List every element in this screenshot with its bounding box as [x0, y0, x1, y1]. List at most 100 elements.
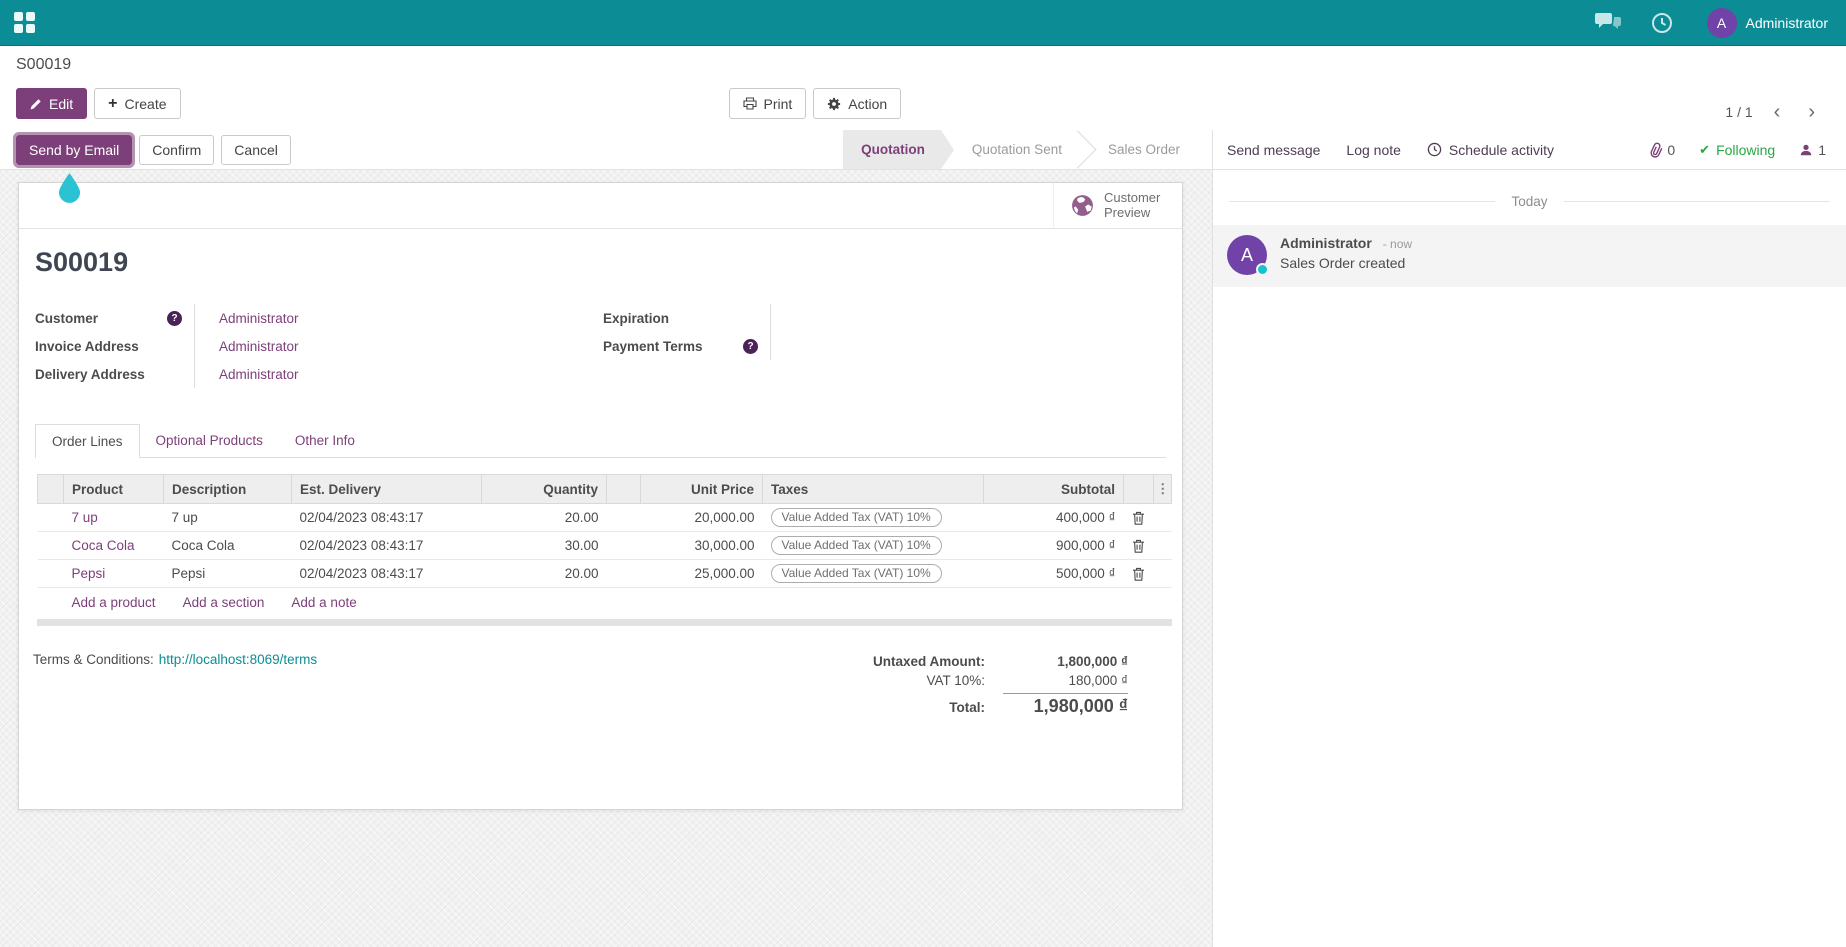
optional-columns-icon[interactable]: ⋮: [1154, 475, 1172, 504]
send-by-email-button[interactable]: Send by Email: [16, 135, 132, 165]
check-icon: ✔: [1699, 142, 1710, 158]
description-cell: 7 up: [164, 504, 292, 532]
user-menu[interactable]: A Administrator: [1707, 8, 1828, 38]
status-steps: Quotation Quotation Sent Sales Order: [843, 130, 1198, 169]
col-subtotal: Subtotal: [984, 475, 1124, 504]
unit-price-cell: 30,000.00: [641, 532, 763, 560]
order-line-row[interactable]: Pepsi Pepsi 02/04/2023 08:43:17 20.00 25…: [38, 560, 1172, 588]
expiration-label: Expiration: [603, 311, 669, 326]
message-author: Administrator: [1280, 235, 1372, 251]
est-delivery-cell: 02/04/2023 08:43:17: [292, 560, 482, 588]
tax-badge[interactable]: Value Added Tax (VAT) 10%: [771, 508, 942, 527]
delivery-address-value-link[interactable]: Administrator: [219, 367, 299, 382]
create-button[interactable]: + Create: [94, 88, 180, 119]
total-label: Total:: [949, 700, 985, 715]
add-section-link[interactable]: Add a section: [183, 595, 265, 610]
attachment-count: 0: [1667, 142, 1675, 158]
est-delivery-cell: 02/04/2023 08:43:17: [292, 532, 482, 560]
date-divider: Today: [1213, 194, 1846, 209]
quantity-cell: 20.00: [482, 560, 607, 588]
delivery-address-label: Delivery Address: [35, 367, 145, 382]
tax-badge[interactable]: Value Added Tax (VAT) 10%: [771, 564, 942, 583]
action-button[interactable]: Action: [813, 88, 901, 119]
add-note-link[interactable]: Add a note: [291, 595, 356, 610]
messages-icon[interactable]: [1595, 13, 1621, 32]
delete-line-icon[interactable]: [1124, 560, 1154, 588]
cancel-button[interactable]: Cancel: [221, 135, 291, 165]
form-background: Customer Preview S00019 Customer ? Admin…: [0, 170, 1212, 947]
add-product-link[interactable]: Add a product: [72, 595, 156, 610]
breadcrumb: S00019: [16, 56, 1830, 82]
tab-order-lines[interactable]: Order Lines: [35, 424, 140, 458]
clock-icon: [1427, 142, 1442, 157]
tab-other-info[interactable]: Other Info: [279, 424, 371, 457]
product-link[interactable]: Coca Cola: [72, 538, 135, 553]
col-unit-price: Unit Price: [641, 475, 763, 504]
unit-price-cell: 25,000.00: [641, 560, 763, 588]
product-link[interactable]: 7 up: [72, 510, 98, 525]
confirm-button[interactable]: Confirm: [139, 135, 214, 165]
attachments-button[interactable]: 0: [1650, 142, 1675, 158]
untaxed-amount-label: Untaxed Amount:: [873, 654, 985, 669]
chatter-toolbar: Send message Log note Schedule activity …: [1213, 130, 1846, 170]
drag-handle-column: [38, 475, 64, 504]
followers-button[interactable]: 1: [1799, 142, 1826, 158]
send-message-button[interactable]: Send message: [1227, 142, 1320, 158]
col-est-delivery: Est. Delivery: [292, 475, 482, 504]
edit-button[interactable]: Edit: [16, 88, 87, 119]
vat-label: VAT 10%:: [926, 673, 985, 688]
tab-optional-products[interactable]: Optional Products: [140, 424, 279, 457]
message-time: - now: [1383, 237, 1412, 251]
follower-person-icon: [1799, 143, 1813, 157]
schedule-activity-button[interactable]: Schedule activity: [1427, 142, 1554, 158]
order-line-row[interactable]: Coca Cola Coca Cola 02/04/2023 08:43:17 …: [38, 532, 1172, 560]
onboarding-pointer-icon: [57, 172, 82, 203]
quantity-cell: 30.00: [482, 532, 607, 560]
field-group-right: Expiration Payment Terms ?: [603, 304, 795, 388]
gear-icon: [827, 97, 841, 111]
invoice-address-label: Invoice Address: [35, 339, 139, 354]
printer-icon: [743, 97, 757, 110]
order-title: S00019: [35, 247, 1166, 278]
print-button[interactable]: Print: [729, 88, 807, 119]
chatter-message: A Administrator - now Sales Order create…: [1213, 225, 1846, 287]
user-avatar: A: [1707, 8, 1737, 38]
pager-next-icon[interactable]: ›: [1801, 102, 1822, 122]
invoice-address-value-link[interactable]: Administrator: [219, 339, 299, 354]
pager-count: 1 / 1: [1725, 104, 1752, 120]
vat-value: 180,000 ₫: [1003, 673, 1128, 688]
pencil-icon: [30, 98, 42, 110]
col-description: Description: [164, 475, 292, 504]
delete-line-icon[interactable]: [1124, 532, 1154, 560]
order-line-row[interactable]: 7 up 7 up 02/04/2023 08:43:17 20.00 20,0…: [38, 504, 1172, 532]
top-nav-bar: A Administrator: [0, 0, 1846, 46]
log-note-button[interactable]: Log note: [1346, 142, 1401, 158]
status-step-sales-order[interactable]: Sales Order: [1090, 130, 1198, 169]
list-resize-handle[interactable]: [37, 619, 1172, 626]
status-step-quotation[interactable]: Quotation: [843, 130, 941, 169]
subtotal-cell: 900,000 ₫: [984, 532, 1124, 560]
pager-previous-icon[interactable]: ‹: [1767, 102, 1788, 122]
form-sheet: Customer Preview S00019 Customer ? Admin…: [18, 182, 1183, 810]
subtotal-cell: 400,000 ₫: [984, 504, 1124, 532]
col-taxes: Taxes: [763, 475, 984, 504]
customer-value-link[interactable]: Administrator: [219, 311, 299, 326]
product-link[interactable]: Pepsi: [72, 566, 106, 581]
customer-preview-button[interactable]: Customer Preview: [1053, 183, 1182, 228]
list-footer-links: Add a product Add a section Add a note: [38, 588, 1172, 620]
terms-link[interactable]: http://localhost:8069/terms: [159, 652, 317, 667]
help-icon: ?: [167, 311, 182, 326]
apps-menu-icon[interactable]: [14, 12, 35, 33]
est-delivery-cell: 02/04/2023 08:43:17: [292, 504, 482, 532]
following-button[interactable]: ✔ Following: [1699, 142, 1775, 158]
chatter-panel: Send message Log note Schedule activity …: [1213, 130, 1846, 947]
activities-clock-icon[interactable]: [1651, 12, 1673, 34]
tax-badge[interactable]: Value Added Tax (VAT) 10%: [771, 536, 942, 555]
quantity-cell: 20.00: [482, 504, 607, 532]
message-avatar: A: [1227, 235, 1267, 275]
untaxed-amount-value: 1,800,000 ₫: [1003, 654, 1128, 669]
delete-line-icon[interactable]: [1124, 504, 1154, 532]
payment-terms-label: Payment Terms: [603, 339, 703, 354]
terms-and-conditions: Terms & Conditions:http://localhost:8069…: [33, 652, 317, 719]
col-delete: [1124, 475, 1154, 504]
